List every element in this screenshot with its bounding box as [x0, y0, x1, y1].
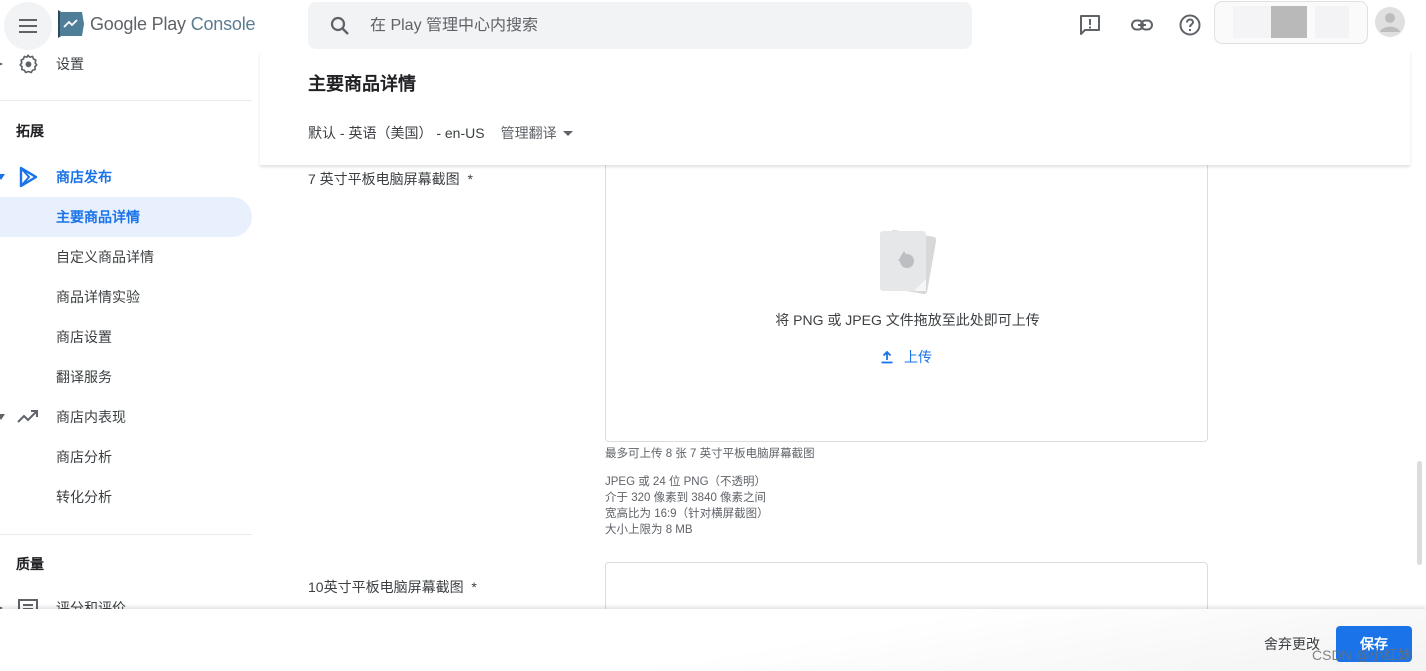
requirement-item: 宽高比为 16:9（针对横屏截图）	[605, 508, 769, 520]
redacted-block	[1233, 6, 1271, 38]
sidebar-item-label: 商店分析	[56, 449, 112, 465]
sidebar-item-label: 翻译服务	[56, 369, 112, 385]
play-console-logo[interactable]: Google Play Console	[56, 9, 256, 39]
manage-translations-dropdown[interactable]: 管理翻译	[501, 123, 573, 143]
page-title: 主要商品详情	[308, 74, 416, 94]
account-avatar-icon	[1380, 13, 1400, 32]
field-label-text: 10英寸平板电脑屏幕截图	[308, 579, 464, 595]
max-screenshots-hint: 最多可上传 8 张 7 英寸平板电脑屏幕截图	[605, 448, 815, 460]
requirement-item: JPEG 或 24 位 PNG（不透明）	[605, 476, 767, 488]
link-icon	[1131, 19, 1153, 31]
sidebar-section-grow: 拓展	[16, 123, 44, 139]
chevron-right-icon	[0, 62, 3, 66]
sidebar-item-store-listing-experiments[interactable]: 商品详情实验	[0, 277, 252, 317]
sidebar-item-label: 自定义商品详情	[56, 249, 154, 265]
sidebar-item-main-store-listing[interactable]: 主要商品详情	[0, 197, 252, 237]
sidebar-item-label: 主要商品详情	[56, 209, 140, 225]
page-header: 主要商品详情 默认 - 英语（美国） - en-US 管理翻译	[260, 52, 1410, 165]
sidebar-item-store-presence[interactable]: 商店发布	[0, 157, 252, 197]
sidebar-nav: 设置 拓展 商店发布 主要商品详情 自定义商品详情 商品详情实验 商店设置 翻译…	[0, 44, 260, 624]
sidebar-item-store-performance[interactable]: 商店内表现	[0, 397, 252, 437]
play-store-icon	[17, 166, 39, 188]
feedback-icon	[1080, 15, 1100, 35]
help-button[interactable]	[1177, 12, 1203, 38]
watermark-text: CSDN @小红妹	[1312, 647, 1412, 663]
sidebar-divider	[0, 100, 252, 101]
sidebar-item-label: 转化分析	[56, 489, 112, 505]
play-console-logo-icon	[58, 10, 84, 38]
account-avatar[interactable]	[1375, 7, 1405, 37]
trending-up-icon	[17, 406, 39, 428]
dropzone-instruction: 将 PNG 或 JPEG 文件拖放至此处即可上传	[775, 312, 1040, 328]
upload-button[interactable]: 上传	[880, 347, 932, 367]
sidebar-item-label: 商店发布	[56, 169, 112, 185]
requirement-item: 介于 320 像素到 3840 像素之间	[605, 492, 767, 504]
sidebar-item-custom-store-listings[interactable]: 自定义商品详情	[0, 237, 252, 277]
manage-translations-label: 管理翻译	[500, 125, 557, 141]
default-language-label: 默认 - 英语（美国） - en-US	[308, 125, 485, 141]
image-file-icon	[880, 229, 937, 295]
sidebar-item-conversion-analysis[interactable]: 转化分析	[0, 477, 252, 517]
dropdown-arrow-icon	[562, 130, 573, 136]
brand-name: Google Play Console	[90, 13, 256, 35]
help-icon	[1179, 14, 1201, 36]
search-input[interactable]	[370, 16, 930, 35]
field-label-10in-tablet: 10英寸平板电脑屏幕截图 *	[308, 577, 477, 597]
sidebar-item-translation-service[interactable]: 翻译服务	[0, 357, 252, 397]
top-app-bar: Google Play Console	[0, 0, 1426, 52]
sidebar-item-label: 商店内表现	[56, 409, 126, 425]
brand-secondary: Console	[190, 13, 256, 34]
brand-primary: Google Play	[90, 13, 186, 34]
language-row: 默认 - 英语（美国） - en-US 管理翻译	[308, 123, 573, 143]
sidebar-item-label: 商品详情实验	[56, 289, 140, 305]
sidebar-item-label: 商店设置	[56, 329, 112, 345]
main-menu-button[interactable]	[4, 2, 52, 50]
redacted-block	[1271, 6, 1307, 38]
field-label-text: 7 英寸平板电脑屏幕截图	[308, 171, 460, 187]
screenshot-dropzone-7in[interactable]: 将 PNG 或 JPEG 文件拖放至此处即可上传 上传	[605, 150, 1208, 442]
upload-label: 上传	[904, 349, 932, 365]
sidebar-item-label: 设置	[56, 56, 84, 72]
sidebar-section-quality: 质量	[16, 556, 44, 572]
gear-icon	[17, 53, 39, 75]
sidebar-item-store-settings[interactable]: 商店设置	[0, 317, 252, 357]
required-mark: *	[467, 171, 473, 187]
chevron-down-icon	[0, 414, 5, 420]
requirement-item: 大小上限为 8 MB	[605, 524, 693, 536]
feedback-button[interactable]	[1077, 12, 1103, 38]
upload-icon	[881, 350, 893, 364]
redacted-block	[1315, 6, 1349, 38]
search-bar[interactable]	[308, 2, 972, 49]
developer-account-switcher[interactable]	[1214, 1, 1368, 44]
copy-link-button[interactable]	[1129, 12, 1155, 38]
search-icon	[328, 14, 352, 38]
scrollbar-thumb[interactable]	[1417, 461, 1422, 565]
required-mark: *	[471, 579, 477, 595]
chevron-down-icon	[0, 174, 5, 180]
requirements-list: JPEG 或 24 位 PNG（不透明） 介于 320 像素到 3840 像素之…	[605, 474, 769, 538]
sidebar-item-store-analysis[interactable]: 商店分析	[0, 437, 252, 477]
field-label-7in-tablet: 7 英寸平板电脑屏幕截图 *	[308, 169, 473, 189]
menu-icon	[19, 19, 37, 33]
bottom-action-bar: 舍弃更改 保存 CSDN @小红妹	[0, 609, 1426, 671]
sidebar-divider	[0, 534, 252, 535]
